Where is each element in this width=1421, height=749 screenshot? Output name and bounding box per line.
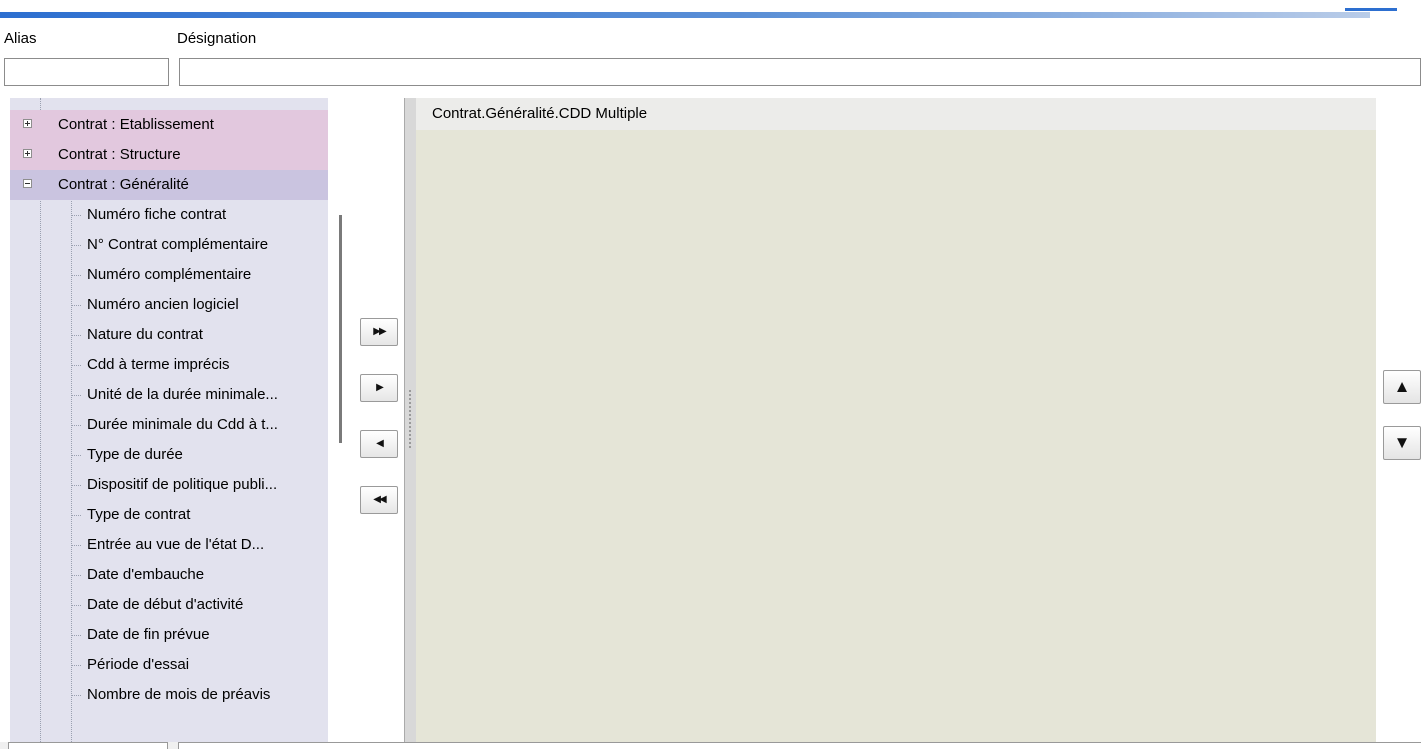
tree-field-row[interactable]: Nature du contrat bbox=[10, 320, 328, 350]
tree-connector bbox=[71, 455, 81, 456]
tree-field-row[interactable]: Numéro ancien logiciel bbox=[10, 290, 328, 320]
tree-field-label: Type de contrat bbox=[87, 506, 191, 523]
tree-field-row[interactable]: Unité de la durée minimale... bbox=[10, 380, 328, 410]
tree-field-row[interactable]: Numéro fiche contrat bbox=[10, 200, 328, 230]
move-down-button[interactable]: ▼ bbox=[1383, 426, 1421, 460]
tree-field-label: Date de début d'activité bbox=[87, 596, 244, 613]
tree-field-label: Numéro fiche contrat bbox=[87, 206, 227, 223]
tree-scrollbar-thumb[interactable] bbox=[339, 215, 342, 443]
tree-field-row[interactable]: N° Contrat complémentaire bbox=[10, 230, 328, 260]
tree-category-label: Contrat : Structure bbox=[58, 146, 181, 163]
remove-one-button[interactable]: ◀ bbox=[360, 430, 398, 458]
tree-field-label: Date d'embauche bbox=[87, 566, 205, 583]
tree-field-label: Dispositif de politique publi... bbox=[87, 476, 278, 493]
tree-connector bbox=[71, 665, 81, 666]
tree-field-label: Type de durée bbox=[87, 446, 183, 463]
tree-field-label: Date de fin prévue bbox=[87, 626, 210, 643]
expand-icon[interactable] bbox=[23, 119, 32, 128]
tree-field-row[interactable]: Type de contrat bbox=[10, 500, 328, 530]
tree-category-label: Contrat : Généralité bbox=[58, 176, 189, 193]
bottom-tab-left[interactable] bbox=[8, 742, 168, 749]
splitter-grip-icon[interactable] bbox=[409, 390, 413, 448]
tree-field-label: Entrée au vue de l'état D... bbox=[87, 536, 265, 553]
selected-fields-title: Contrat.Généralité.CDD Multiple bbox=[432, 105, 648, 122]
remove-all-button[interactable]: ◀◀ bbox=[360, 486, 398, 514]
tree-connector bbox=[71, 275, 81, 276]
tree-field-label: Nature du contrat bbox=[87, 326, 203, 343]
tree-category-label: Contrat : Etablissement bbox=[58, 116, 214, 133]
tree-connector bbox=[71, 695, 81, 696]
tree-field-row[interactable]: Nombre de mois de préavis bbox=[10, 680, 328, 710]
tree-connector bbox=[71, 485, 81, 486]
tree-field-label: Numéro complémentaire bbox=[87, 266, 252, 283]
add-all-button[interactable]: ▶▶ bbox=[360, 318, 398, 346]
tree-connector bbox=[71, 395, 81, 396]
tree-connector bbox=[71, 515, 81, 516]
order-rail bbox=[1376, 98, 1421, 742]
tree-category-row[interactable]: Contrat : Généralité bbox=[10, 170, 328, 200]
alias-label: Alias bbox=[4, 30, 37, 47]
add-one-button[interactable]: ▶ bbox=[360, 374, 398, 402]
tree-field-label: Durée minimale du Cdd à t... bbox=[87, 416, 278, 433]
tree-category-row[interactable]: Contrat : Etablissement bbox=[10, 110, 328, 140]
tree-field-row[interactable]: Durée minimale du Cdd à t... bbox=[10, 410, 328, 440]
tree-field-row[interactable]: Date de fin prévue bbox=[10, 620, 328, 650]
tree-connector bbox=[71, 635, 81, 636]
designation-label: Désignation bbox=[177, 30, 257, 47]
tree-connector bbox=[71, 305, 81, 306]
move-up-button[interactable]: ▲ bbox=[1383, 370, 1421, 404]
alias-input[interactable] bbox=[4, 58, 169, 86]
tree-category-row[interactable]: Contrat : Structure bbox=[10, 140, 328, 170]
tree-field-row[interactable]: Dispositif de politique publi... bbox=[10, 470, 328, 500]
tree-field-label: Période d'essai bbox=[87, 656, 190, 673]
tree-connector bbox=[71, 575, 81, 576]
tree-field-row[interactable]: Type de durée bbox=[10, 440, 328, 470]
tree-field-row[interactable]: Cdd à terme imprécis bbox=[10, 350, 328, 380]
scrolled-row-remnant bbox=[260, 98, 265, 101]
tree-field-row[interactable]: Date de début d'activité bbox=[10, 590, 328, 620]
tree-field-row[interactable]: Date d'embauche bbox=[10, 560, 328, 590]
tree-field-row[interactable]: Période d'essai bbox=[10, 650, 328, 680]
field-tree[interactable]: Contrat : Etablissement Contrat : Structu… bbox=[10, 98, 328, 742]
designation-input[interactable] bbox=[179, 58, 1421, 86]
tree-connector bbox=[71, 245, 81, 246]
tree-field-label: Nombre de mois de préavis bbox=[87, 686, 271, 703]
tree-field-label: N° Contrat complémentaire bbox=[87, 236, 269, 253]
selected-fields-panel[interactable] bbox=[416, 98, 1376, 742]
tree-field-label: Unité de la durée minimale... bbox=[87, 386, 278, 403]
accent-corner bbox=[1345, 8, 1397, 11]
tree-connector bbox=[71, 365, 81, 366]
tree-field-row[interactable]: Numéro complémentaire bbox=[10, 260, 328, 290]
tree-connector bbox=[71, 605, 81, 606]
collapse-icon[interactable] bbox=[23, 179, 32, 188]
tree-field-label: Cdd à terme imprécis bbox=[87, 356, 230, 373]
tree-connector bbox=[71, 335, 81, 336]
expand-icon[interactable] bbox=[23, 149, 32, 158]
tree-connector bbox=[71, 425, 81, 426]
accent-bar bbox=[0, 12, 1370, 18]
tree-connector bbox=[71, 215, 81, 216]
bottom-tab-right[interactable] bbox=[178, 742, 1421, 749]
tree-field-label: Numéro ancien logiciel bbox=[87, 296, 239, 313]
tree-field-row[interactable]: Entrée au vue de l'état D... bbox=[10, 530, 328, 560]
tree-connector bbox=[71, 545, 81, 546]
